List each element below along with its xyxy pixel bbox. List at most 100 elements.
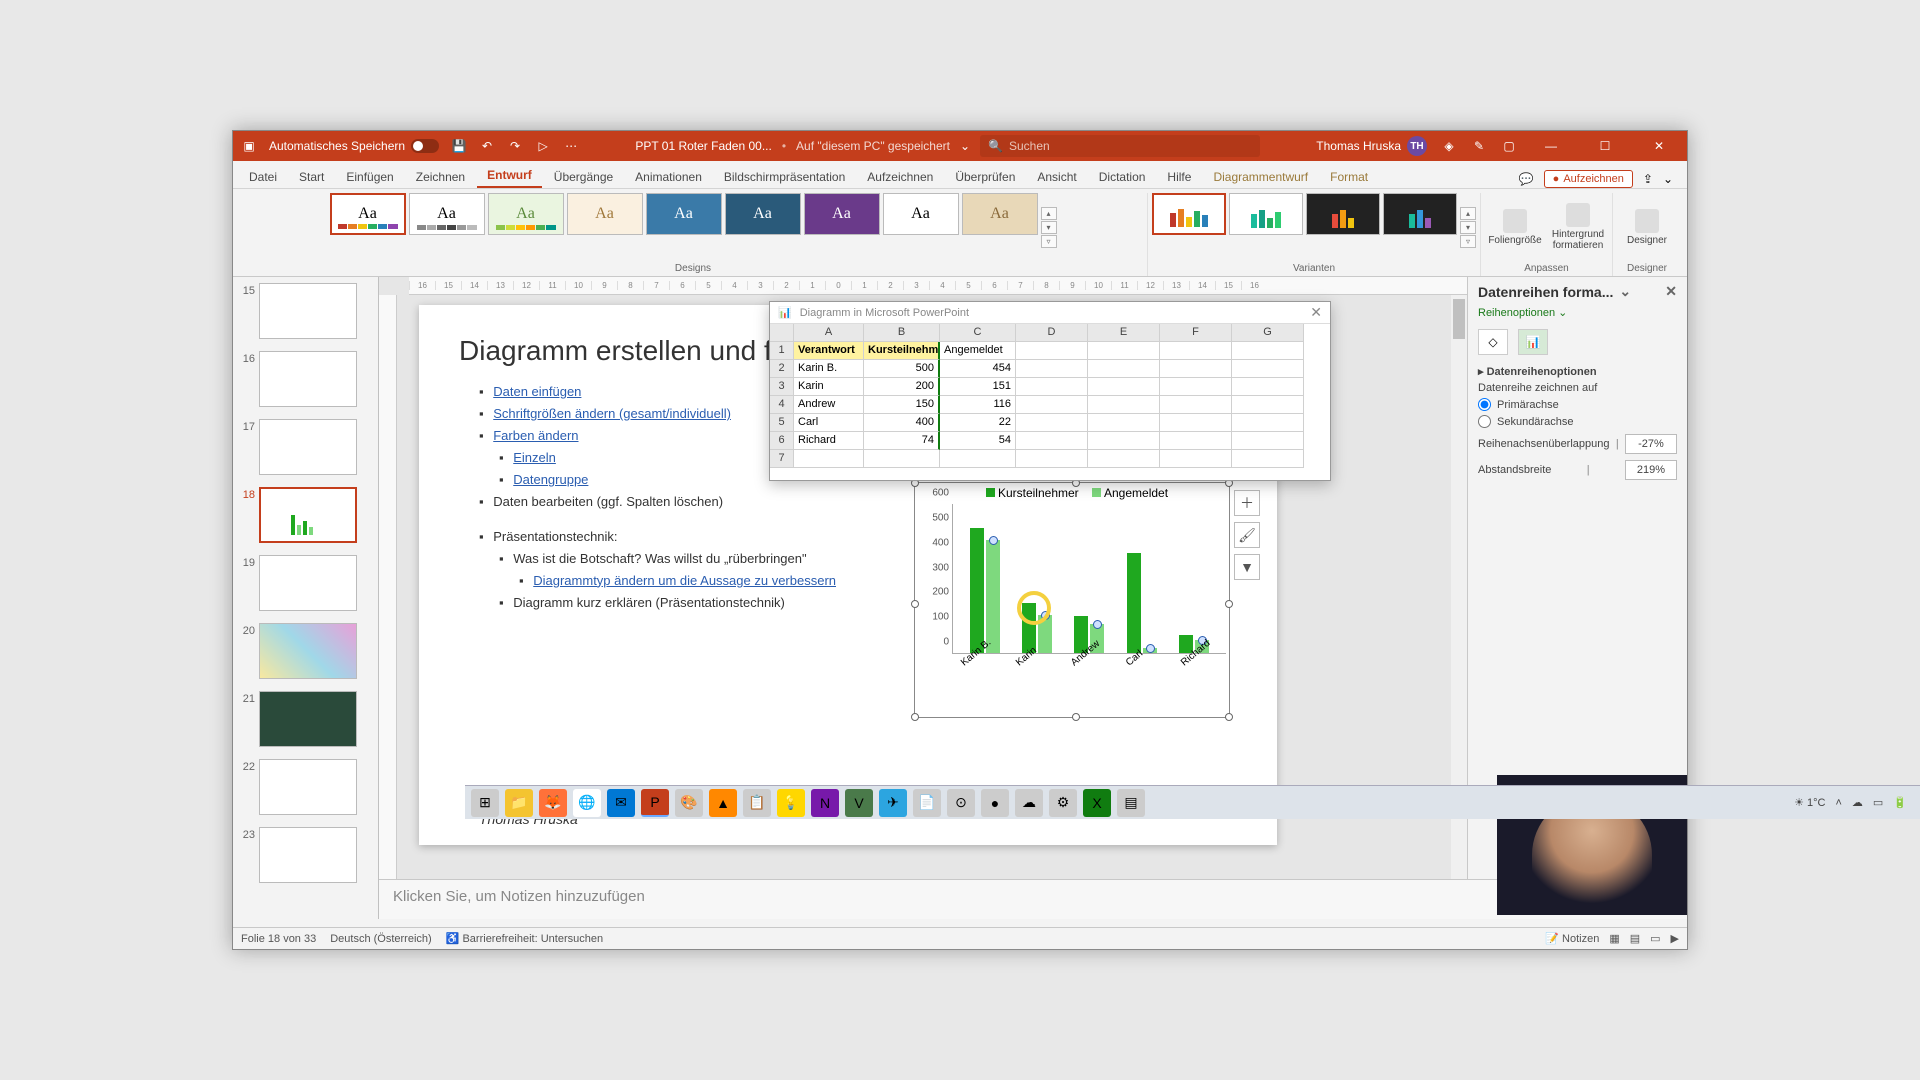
tray-icon[interactable]: ▭: [1873, 796, 1883, 809]
tab-praesentation[interactable]: Bildschirmpräsentation: [714, 166, 855, 188]
tab-diagrammentwurf[interactable]: Diagrammentwurf: [1203, 166, 1318, 188]
accessibility-check[interactable]: ♿ Barrierefreiheit: Untersuchen: [446, 932, 603, 945]
tab-zeichnen[interactable]: Zeichnen: [406, 166, 475, 188]
chart-datasheet[interactable]: 📊 Diagramm in Microsoft PowerPoint ✕ ABC…: [769, 301, 1331, 481]
tab-ueberpruefen[interactable]: Überprüfen: [945, 166, 1025, 188]
save-location[interactable]: Auf "diesem PC" gespeichert: [796, 139, 950, 153]
minimize-button[interactable]: —: [1531, 131, 1571, 161]
app-icon[interactable]: 📋: [743, 789, 771, 817]
variant-1[interactable]: [1152, 193, 1226, 235]
onedrive-tray-icon[interactable]: ☁: [1852, 796, 1863, 809]
share-icon[interactable]: ⇪: [1643, 172, 1653, 186]
theme-5[interactable]: Aa: [646, 193, 722, 235]
bullet-link[interactable]: Datengruppe: [513, 472, 588, 487]
datasheet-grid[interactable]: ABCDEFG1VerantwortKursteilnehmeAngemelde…: [770, 324, 1330, 468]
firefox-icon[interactable]: 🦊: [539, 789, 567, 817]
chevron-down-icon[interactable]: ⌄: [1619, 283, 1631, 300]
record-button[interactable]: Aufzeichnen: [1544, 170, 1633, 188]
fill-effects-icon[interactable]: ◇: [1478, 329, 1508, 355]
weather-widget[interactable]: ☀ 1°C: [1794, 796, 1825, 809]
slide-thumb[interactable]: [259, 555, 357, 611]
theme-9[interactable]: Aa: [962, 193, 1038, 235]
variant-gallery-arrows[interactable]: ▴▾▿: [1460, 193, 1476, 261]
format-pane-subtitle[interactable]: Reihenoptionen: [1478, 307, 1555, 319]
gap-input[interactable]: 219%: [1625, 460, 1677, 480]
file-name[interactable]: PPT 01 Roter Faden 00...: [635, 139, 772, 153]
slide-size-button[interactable]: Foliengröße: [1485, 193, 1545, 261]
vlc-icon[interactable]: ▲: [709, 789, 737, 817]
app-icon[interactable]: 📄: [913, 789, 941, 817]
tab-ansicht[interactable]: Ansicht: [1027, 166, 1086, 188]
theme-gallery-arrows[interactable]: ▴▾▿: [1041, 193, 1057, 261]
datasheet-close-button[interactable]: ✕: [1310, 304, 1322, 321]
onenote-icon[interactable]: N: [811, 789, 839, 817]
variant-3[interactable]: [1306, 193, 1380, 235]
save-icon[interactable]: 💾: [451, 138, 467, 154]
overlap-input[interactable]: -27%: [1625, 434, 1677, 454]
outlook-icon[interactable]: ✉: [607, 789, 635, 817]
comments-icon[interactable]: 💬: [1519, 172, 1534, 186]
tab-entwurf[interactable]: Entwurf: [477, 164, 542, 188]
tab-aufzeichnen[interactable]: Aufzeichnen: [857, 166, 943, 188]
chevron-down-icon[interactable]: ⌄: [960, 139, 970, 153]
tab-format[interactable]: Format: [1320, 166, 1378, 188]
maximize-button[interactable]: ☐: [1585, 131, 1625, 161]
normal-view-icon[interactable]: ▦: [1609, 932, 1619, 945]
chart-styles-button[interactable]: 🖌: [1234, 522, 1260, 548]
slide-thumb[interactable]: [259, 283, 357, 339]
tab-start[interactable]: Start: [289, 166, 334, 188]
app-icon[interactable]: 🎨: [675, 789, 703, 817]
series-options-icon[interactable]: 📊: [1518, 329, 1548, 355]
bg-format-button[interactable]: Hintergrund formatieren: [1548, 193, 1608, 261]
window-icon[interactable]: ▢: [1501, 138, 1517, 154]
theme-3[interactable]: Aa: [488, 193, 564, 235]
theme-1[interactable]: Aa: [330, 193, 406, 235]
slide-thumb[interactable]: [259, 351, 357, 407]
settings-icon[interactable]: ⚙: [1049, 789, 1077, 817]
start-button[interactable]: ⊞: [471, 789, 499, 817]
slide-thumb[interactable]: [259, 419, 357, 475]
app-icon[interactable]: ⊙: [947, 789, 975, 817]
reading-view-icon[interactable]: ▭: [1650, 932, 1660, 945]
close-button[interactable]: ✕: [1639, 131, 1679, 161]
tab-hilfe[interactable]: Hilfe: [1157, 166, 1201, 188]
app-icon[interactable]: ▤: [1117, 789, 1145, 817]
telegram-icon[interactable]: ✈: [879, 789, 907, 817]
section-header[interactable]: ▸ Datenreihenoptionen: [1478, 365, 1677, 378]
language-indicator[interactable]: Deutsch (Österreich): [330, 933, 431, 945]
slide-thumb[interactable]: [259, 827, 357, 883]
slide-thumb[interactable]: [259, 623, 357, 679]
chart-object[interactable]: Kursteilnehmer Angemeldet 0 100 200 300 …: [917, 485, 1227, 715]
chart-plot-area[interactable]: 0 100 200 300 400 500 600: [952, 504, 1226, 654]
theme-7[interactable]: Aa: [804, 193, 880, 235]
chrome-icon[interactable]: 🌐: [573, 789, 601, 817]
pen-icon[interactable]: ✎: [1471, 138, 1487, 154]
theme-8[interactable]: Aa: [883, 193, 959, 235]
autosave-toggle[interactable]: Automatisches Speichern: [269, 139, 439, 153]
app-icon[interactable]: ●: [981, 789, 1009, 817]
diamond-icon[interactable]: ◈: [1441, 138, 1457, 154]
bullet-link[interactable]: Daten einfügen: [493, 384, 581, 399]
battery-tray-icon[interactable]: 🔋: [1893, 796, 1907, 809]
search-box[interactable]: 🔍 Suchen: [980, 135, 1260, 157]
tab-animationen[interactable]: Animationen: [625, 166, 712, 188]
theme-6[interactable]: Aa: [725, 193, 801, 235]
user-account[interactable]: Thomas Hruska TH: [1316, 136, 1427, 156]
tab-dictation[interactable]: Dictation: [1089, 166, 1156, 188]
variant-4[interactable]: [1383, 193, 1457, 235]
designer-button[interactable]: Designer: [1617, 193, 1677, 261]
bullet-link[interactable]: Farben ändern: [493, 428, 578, 443]
chart-filter-button[interactable]: ▼: [1234, 554, 1260, 580]
tab-datei[interactable]: Datei: [239, 166, 287, 188]
redo-icon[interactable]: ↷: [507, 138, 523, 154]
chevron-down-icon[interactable]: ⌄: [1558, 307, 1567, 319]
excel-icon[interactable]: X: [1083, 789, 1111, 817]
powerpoint-icon[interactable]: P: [641, 789, 669, 817]
tab-einfuegen[interactable]: Einfügen: [336, 166, 403, 188]
slide-thumb[interactable]: [259, 691, 357, 747]
collapse-ribbon-icon[interactable]: ⌄: [1663, 172, 1673, 186]
thumbnail-pane[interactable]: 15 16 17 18 19 20 21 22 23: [233, 277, 379, 919]
tray-expand-icon[interactable]: ˄: [1835, 797, 1841, 809]
app-icon[interactable]: 💡: [777, 789, 805, 817]
notes-pane[interactable]: Klicken Sie, um Notizen hinzuzufügen: [379, 879, 1687, 919]
